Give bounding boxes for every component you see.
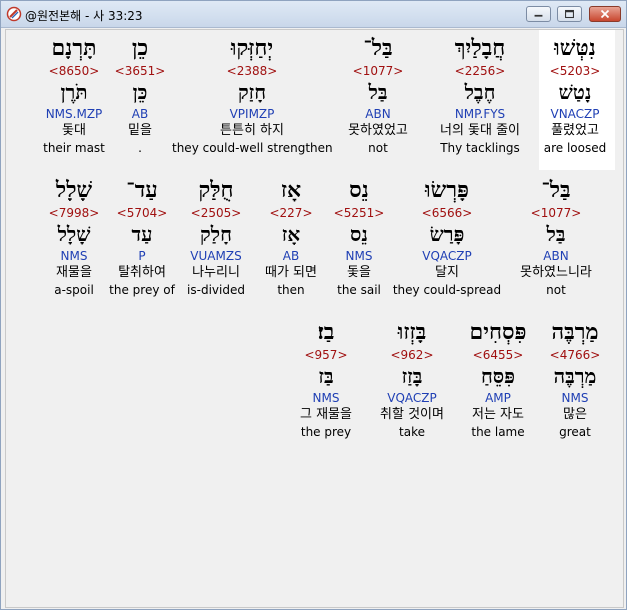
maximize-button[interactable] <box>557 6 582 22</box>
hebrew-root: חֶבֶל <box>464 80 496 104</box>
hebrew-root: בַּל <box>368 80 388 104</box>
strong-number[interactable]: <1077> <box>318 63 438 79</box>
word-cell[interactable]: תָּרְנָם <8650> תֹּרֶן NMS.MZP 돛대 their … <box>14 34 134 156</box>
korean-gloss: 못하였었고 <box>348 123 408 138</box>
hebrew-root: בַּל <box>546 222 566 246</box>
verse-panel: נִטְּשׁוּ <5203> נָטַשׁ VNACZP 풀렸었고 are … <box>5 29 624 608</box>
strong-number[interactable]: <7998> <box>14 205 134 221</box>
bible-app-icon[interactable] <box>6 6 22 22</box>
word-cell[interactable]: שָׁלָל <7998> שָׁלָל NMS 재물을 a-spoil <box>14 176 134 298</box>
hebrew-word: חֲבָלַיִךְ <box>454 35 506 61</box>
hebrew-word: בַּל־ <box>363 35 393 61</box>
hebrew-word: שָׁלָל <box>55 177 93 203</box>
hebrew-root: בַּז <box>318 364 334 388</box>
word-cell[interactable]: חֲבָלַיִךְ <2256> חֶבֶל NMP.FYS 너의 돛대 줄이… <box>420 34 540 156</box>
word-cell[interactable]: בַּל־ <1077> בַּל ABN 못하였느니라 not <box>496 176 616 298</box>
english-gloss: a-spoil <box>54 283 94 297</box>
close-button[interactable] <box>589 6 621 22</box>
grammar-code: NMS <box>312 391 340 405</box>
strong-number[interactable]: <957> <box>266 347 386 363</box>
hebrew-word: תָּרְנָם <box>51 35 97 61</box>
hebrew-word: בַּל־ <box>541 177 571 203</box>
english-gloss: their mast <box>43 141 105 155</box>
app-window: @원전본해 - 사 33:23 נִטְּשׁוּ <5203> נָטַשׁ … <box>0 0 627 610</box>
hebrew-word: בַז׃ <box>317 319 335 345</box>
english-gloss: Thy tacklings <box>440 141 520 155</box>
hebrew-root: שָׁלָל <box>57 222 91 246</box>
minimize-button[interactable] <box>526 6 551 22</box>
english-gloss: not <box>368 141 388 155</box>
minimize-icon <box>534 14 543 17</box>
grammar-code: NMP.FYS <box>454 107 506 121</box>
english-gloss: the prey <box>300 425 352 439</box>
korean-gloss: 너의 돛대 줄이 <box>439 123 521 138</box>
strong-number[interactable]: <2256> <box>420 63 540 79</box>
strong-number[interactable]: <1077> <box>496 205 616 221</box>
korean-gloss: 돛대 <box>62 123 86 138</box>
grammar-code: NMS <box>60 249 88 263</box>
window-title: @원전본해 - 사 33:23 <box>25 9 143 23</box>
grammar-code: NMS.MZP <box>45 107 103 121</box>
english-gloss: not <box>546 283 566 297</box>
grammar-code: ABN <box>365 107 391 121</box>
word-cell[interactable]: בַּל־ <1077> בַּל ABN 못하였었고 not <box>318 34 438 156</box>
maximize-icon <box>565 9 574 19</box>
grammar-code: ABN <box>543 249 569 263</box>
close-icon <box>600 9 610 19</box>
hebrew-root: תֹּרֶן <box>60 80 88 104</box>
word-cell[interactable]: בַז׃ <957> בַּז NMS 그 재물을 the prey <box>266 318 386 440</box>
strong-number[interactable]: <8650> <box>14 63 134 79</box>
korean-gloss: 못하였느니라 <box>520 265 592 280</box>
korean-gloss: 재물을 <box>56 265 92 280</box>
title-bar[interactable]: @원전본해 - 사 33:23 <box>1 1 626 28</box>
korean-gloss: 그 재물을 <box>300 407 352 422</box>
